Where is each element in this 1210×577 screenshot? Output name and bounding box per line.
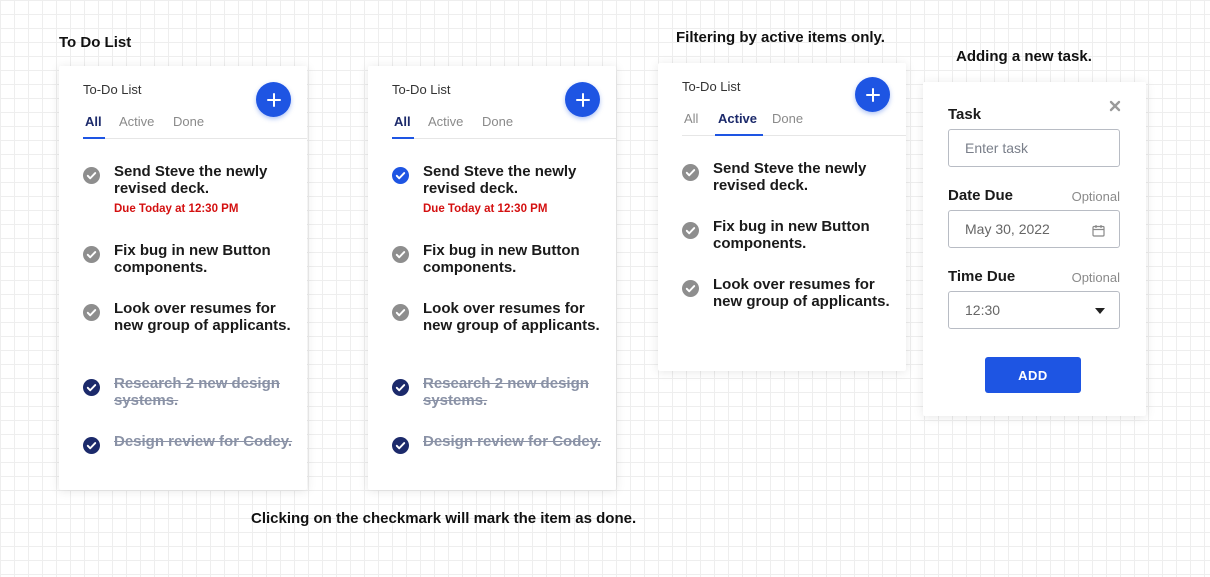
item-text: Look over resumes for new group of appli… <box>713 276 890 310</box>
tab-all[interactable]: All <box>394 114 411 129</box>
list-item: Look over resumes for new group of appli… <box>83 300 313 354</box>
date-due-label: Date Due <box>948 187 1014 204</box>
filter-tabs: All Active Done <box>682 105 906 136</box>
list-item: Research 2 new design systems. <box>392 375 622 411</box>
check-circle-icon[interactable] <box>83 246 100 263</box>
filter-tabs: All Active Done <box>392 108 616 139</box>
time-optional-label: Optional <box>1071 270 1120 285</box>
tab-done[interactable]: Done <box>772 111 803 126</box>
item-text: Fix bug in new Button components. <box>713 218 870 252</box>
check-circle-icon[interactable] <box>392 304 409 321</box>
add-button[interactable]: ADD <box>985 357 1081 393</box>
list-item: Fix bug in new Button components. <box>392 242 622 278</box>
list-item: Design review for Codey. <box>83 433 313 469</box>
card-title: To-Do List <box>83 82 142 97</box>
tab-done[interactable]: Done <box>482 114 513 129</box>
todo-card-active: To-Do List All Active Done Send Steve th… <box>658 63 906 371</box>
caption-filtering: Filtering by active items only. <box>676 29 885 46</box>
tab-underline <box>715 134 763 136</box>
item-text: Research 2 new design systems. <box>423 375 589 409</box>
check-circle-icon[interactable] <box>682 164 699 181</box>
filter-tabs: All Active Done <box>83 108 307 139</box>
caption-clicking: Clicking on the checkmark will mark the … <box>251 510 637 527</box>
check-circle-icon[interactable] <box>83 379 100 396</box>
close-icon[interactable] <box>1109 100 1121 112</box>
list-item: Look over resumes for new group of appli… <box>392 300 622 354</box>
list-item: Send Steve the newly revised deck. Due T… <box>392 163 622 219</box>
caption-todo-list: To Do List <box>59 34 132 51</box>
check-circle-icon[interactable] <box>392 167 409 184</box>
check-circle-icon[interactable] <box>392 437 409 454</box>
item-text: Look over resumes for new group of appli… <box>423 300 600 334</box>
check-circle-icon[interactable] <box>682 280 699 297</box>
plus-icon <box>865 87 880 102</box>
tab-done[interactable]: Done <box>173 114 204 129</box>
list-item: Fix bug in new Button components. <box>682 218 912 254</box>
date-value: May 30, 2022 <box>965 221 1050 237</box>
tab-active[interactable]: Active <box>119 114 154 129</box>
item-text: Fix bug in new Button components. <box>114 242 271 276</box>
check-circle-icon[interactable] <box>83 304 100 321</box>
item-text: Research 2 new design systems. <box>114 375 280 409</box>
card-title: To-Do List <box>682 79 741 94</box>
item-text: Send Steve the newly revised deck. <box>423 163 577 197</box>
item-text: Send Steve the newly revised deck. <box>713 160 867 194</box>
task-label: Task <box>948 106 982 123</box>
todo-card-all: To-Do List All Active Done Send Steve th… <box>59 66 307 490</box>
due-label: Due Today at 12:30 PM <box>114 203 239 215</box>
caret-down-icon <box>1095 308 1105 314</box>
item-text: Send Steve the newly revised deck. <box>114 163 268 197</box>
todo-card-checked: To-Do List All Active Done Send Steve th… <box>368 66 616 490</box>
tab-active[interactable]: Active <box>428 114 463 129</box>
plus-icon <box>266 92 281 107</box>
list-item: Research 2 new design systems. <box>83 375 313 411</box>
time-due-label: Time Due <box>948 268 1016 285</box>
check-circle-icon[interactable] <box>83 437 100 454</box>
due-label: Due Today at 12:30 PM <box>423 203 548 215</box>
tab-underline <box>83 137 105 139</box>
list-item: Fix bug in new Button components. <box>83 242 313 278</box>
list-item: Design review for Codey. <box>392 433 622 469</box>
check-circle-icon[interactable] <box>392 246 409 263</box>
item-text: Design review for Codey. <box>423 433 602 450</box>
card-title: To-Do List <box>392 82 451 97</box>
check-circle-icon[interactable] <box>392 379 409 396</box>
caption-adding: Adding a new task. <box>956 48 1092 65</box>
task-input-field <box>948 129 1120 167</box>
check-circle-icon[interactable] <box>682 222 699 239</box>
item-text: Fix bug in new Button components. <box>423 242 580 276</box>
time-due-select[interactable]: 12:30 <box>948 291 1120 329</box>
date-optional-label: Optional <box>1071 189 1120 204</box>
tab-active[interactable]: Active <box>718 111 757 126</box>
check-circle-icon[interactable] <box>83 167 100 184</box>
tab-underline <box>392 137 414 139</box>
list-item: Send Steve the newly revised deck. <box>682 160 912 196</box>
tab-all[interactable]: All <box>684 111 698 126</box>
item-text: Look over resumes for new group of appli… <box>114 300 291 334</box>
time-value: 12:30 <box>965 302 1001 318</box>
date-due-field[interactable]: May 30, 2022 <box>948 210 1120 248</box>
list-item: Send Steve the newly revised deck. Due T… <box>83 163 313 219</box>
calendar-icon[interactable] <box>1092 224 1105 237</box>
item-text: Design review for Codey. <box>114 433 293 450</box>
task-input[interactable] <box>949 130 1095 166</box>
add-task-card: Task Date Due Optional May 30, 2022 Time… <box>923 82 1146 416</box>
list-item: Look over resumes for new group of appli… <box>682 276 912 330</box>
tab-all[interactable]: All <box>85 114 102 129</box>
plus-icon <box>575 92 590 107</box>
